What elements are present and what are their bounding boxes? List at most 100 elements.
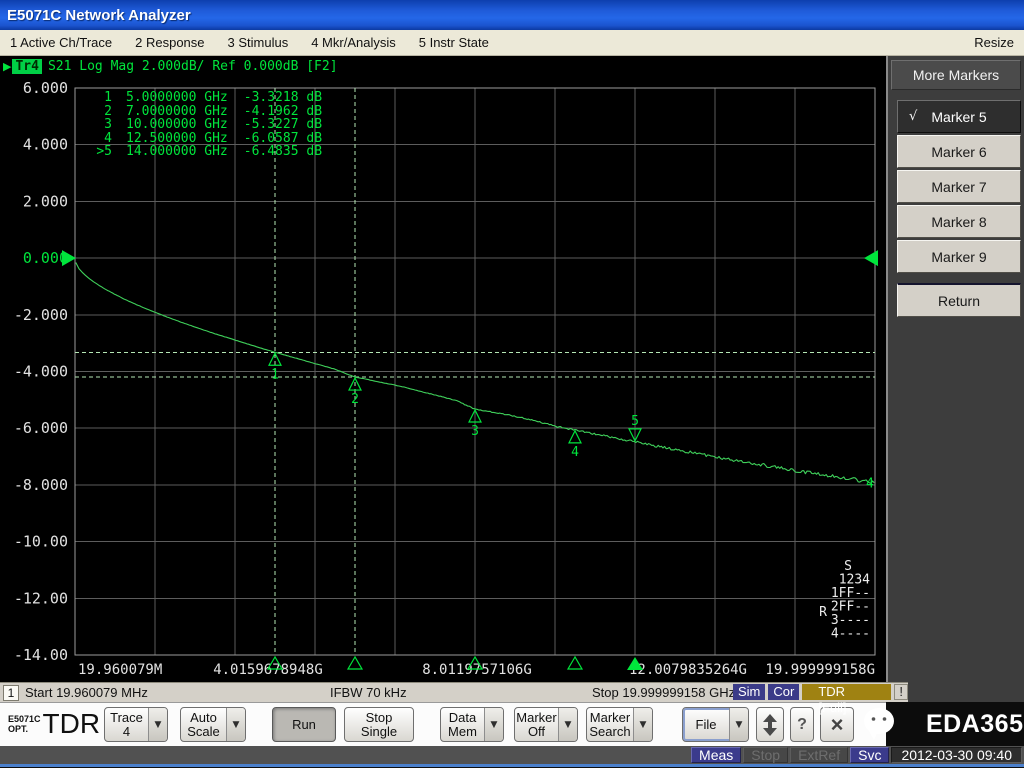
softkey-marker-9[interactable]: Marker 9 bbox=[897, 240, 1021, 273]
channel-status-bar: 1 Start 19.960079 MHz IFBW 70 kHz Stop 1… bbox=[0, 682, 908, 702]
marker-table-row: >514.000000 GHz-6.4835 dB bbox=[86, 145, 322, 159]
y-axis-label: -4.000 bbox=[14, 363, 68, 381]
status-badge-stop: Stop bbox=[743, 747, 788, 763]
menu-items: 1 Active Ch/Trace 2 Response 3 Stimulus 4 M… bbox=[10, 35, 512, 50]
trace-label: Trace4 bbox=[105, 708, 148, 741]
status-badge-extref: ExtRef bbox=[790, 747, 848, 763]
menu-item-1[interactable]: 1 Active Ch/Trace bbox=[10, 35, 112, 50]
y-axis-label: 0.000 bbox=[23, 249, 68, 267]
marker-number-cell: 4 bbox=[86, 132, 112, 146]
softkey-return[interactable]: Return bbox=[897, 283, 1021, 317]
marker-value-cell: -4.1962 dB bbox=[228, 105, 322, 119]
instrument-logo: E5071C OPT. TDR bbox=[8, 710, 100, 738]
trace-format-text: S21 Log Mag 2.000dB/ Ref 0.000dB [F2] bbox=[48, 59, 338, 74]
marker-number: 4 bbox=[571, 445, 579, 460]
y-axis-label: -6.000 bbox=[14, 419, 68, 437]
softkey-label: Return bbox=[938, 293, 980, 309]
ref-level-arrow-left-icon bbox=[62, 250, 76, 266]
active-trace-chip[interactable]: Tr4 bbox=[12, 59, 41, 74]
chat-bubble-icon bbox=[860, 705, 898, 745]
marker-search-label: MarkerSearch bbox=[587, 708, 633, 741]
run-label: Run bbox=[273, 708, 335, 741]
marker-number-cell: 3 bbox=[86, 118, 112, 132]
marker-table-row: 27.0000000 GHz-4.1962 dB bbox=[86, 105, 322, 119]
marker-frequency-cell: 10.000000 GHz bbox=[112, 118, 228, 132]
trace-button[interactable]: Trace4▼ bbox=[104, 707, 168, 742]
x-axis-label: 4.0159678948G bbox=[213, 662, 323, 678]
marker-number-cell: 1 bbox=[86, 91, 112, 105]
logo-tdr-text: TDR bbox=[43, 710, 101, 738]
marker-number-cell: 2 bbox=[86, 105, 112, 119]
channel-number-box: 1 bbox=[3, 685, 19, 701]
resize-menu-item[interactable]: Resize bbox=[974, 35, 1014, 50]
marker-number: 2 bbox=[351, 392, 359, 407]
marker-number-cell: >5 bbox=[86, 145, 112, 159]
softkey-buttons: √Marker 5 Marker 6 Marker 7 Marker 8 Marker … bbox=[888, 100, 1024, 273]
eda365-text: EDA365 bbox=[926, 710, 1024, 739]
marker-axis-indicator bbox=[568, 657, 582, 669]
softkey-menu-title[interactable]: More Markers bbox=[891, 60, 1021, 90]
x-axis-label: 19.960079M bbox=[78, 662, 162, 678]
softkey-label: Marker 7 bbox=[931, 179, 986, 195]
menu-item-4[interactable]: 4 Mkr/Analysis bbox=[311, 35, 396, 50]
auto-scale-button[interactable]: AutoScale▼ bbox=[180, 707, 246, 742]
menu-item-2[interactable]: 2 Response bbox=[135, 35, 204, 50]
start-frequency-text: Start 19.960079 MHz bbox=[25, 685, 148, 700]
marker-frequency-cell: 14.000000 GHz bbox=[112, 145, 228, 159]
run-button[interactable]: Run bbox=[272, 707, 336, 742]
softkey-label: Marker 8 bbox=[931, 214, 986, 230]
marker-value-cell: -3.3218 dB bbox=[228, 91, 322, 105]
softkey-label: Marker 6 bbox=[931, 144, 986, 160]
trace-status-row: ▶ Tr4 S21 Log Mag 2.000dB/ Ref 0.000dB [… bbox=[3, 59, 338, 74]
dropdown-arrow-icon[interactable]: ▼ bbox=[484, 708, 503, 741]
channel-badge-cor: Cor bbox=[768, 684, 799, 700]
y-axis-label: -8.000 bbox=[14, 476, 68, 494]
stop-single-button[interactable]: StopSingle bbox=[344, 707, 414, 742]
help-label: ? bbox=[791, 708, 813, 741]
softkey-marker-7[interactable]: Marker 7 bbox=[897, 170, 1021, 203]
marker-readout-table: 15.0000000 GHz-3.3218 dB27.0000000 GHz-4… bbox=[86, 91, 322, 159]
dropdown-arrow-icon[interactable]: ▼ bbox=[729, 708, 748, 741]
y-axis-label: 6.000 bbox=[23, 79, 68, 97]
trace-marker-4[interactable]: 4 bbox=[569, 431, 581, 460]
marker-search-button[interactable]: MarkerSearch▼ bbox=[586, 707, 653, 742]
softkey-sidebar: More Markers √Marker 5 Marker 6 Marker 7 Ma… bbox=[886, 56, 1024, 702]
status-badge-2012-03-30-09-40: 2012-03-30 09:40 bbox=[891, 747, 1022, 763]
dropdown-arrow-icon[interactable]: ▼ bbox=[558, 708, 577, 741]
check-icon: √ bbox=[909, 109, 917, 124]
x-axis-label: 19.999999158G bbox=[765, 662, 875, 678]
x-axis-label: 8.0119757106G bbox=[422, 662, 532, 678]
dropdown-arrow-icon[interactable]: ▼ bbox=[148, 708, 167, 741]
help-button[interactable]: ? bbox=[790, 707, 814, 742]
marker-axis-indicator bbox=[348, 657, 362, 669]
marker-number: 5 bbox=[631, 414, 639, 429]
y-axis-label: -10.00 bbox=[14, 533, 68, 551]
marker-frequency-cell: 12.500000 GHz bbox=[112, 132, 228, 146]
marker-off-button[interactable]: MarkerOff▼ bbox=[514, 707, 578, 742]
menu-item-5[interactable]: 5 Instr State bbox=[419, 35, 489, 50]
y-axis-label: -2.000 bbox=[14, 306, 68, 324]
channel-status-badges: SimCorTDR [Full]! bbox=[733, 684, 908, 700]
y-axis-label: 2.000 bbox=[23, 192, 68, 210]
marker-value-cell: -6.0587 dB bbox=[228, 132, 322, 146]
stop-frequency-text: Stop 19.999999158 GHz bbox=[592, 685, 735, 700]
status-badge-meas: Meas bbox=[691, 747, 741, 763]
updown-button[interactable] bbox=[756, 707, 784, 742]
softkey-marker-5[interactable]: √Marker 5 bbox=[897, 100, 1021, 133]
file-label: File bbox=[683, 708, 729, 741]
dropdown-arrow-icon[interactable]: ▼ bbox=[226, 708, 245, 741]
instrument-window: E5071C Network Analyzer 1 Active Ch/Trac… bbox=[0, 0, 1024, 768]
marker-table-row: 310.000000 GHz-5.3227 dB bbox=[86, 118, 322, 132]
file-button[interactable]: File▼ bbox=[682, 707, 749, 742]
softkey-marker-6[interactable]: Marker 6 bbox=[897, 135, 1021, 168]
data-mem-button[interactable]: DataMem▼ bbox=[440, 707, 504, 742]
menu-item-3[interactable]: 3 Stimulus bbox=[228, 35, 289, 50]
marker-off-label: MarkerOff bbox=[515, 708, 558, 741]
dropdown-arrow-icon[interactable]: ▼ bbox=[633, 708, 652, 741]
x-axis-label: 12.0079835264G bbox=[629, 662, 747, 678]
y-axis-label: -14.00 bbox=[14, 646, 68, 664]
updown-arrows-icon bbox=[763, 714, 777, 736]
marker-table-row: 15.0000000 GHz-3.3218 dB bbox=[86, 91, 322, 105]
softkey-marker-8[interactable]: Marker 8 bbox=[897, 205, 1021, 238]
y-axis-label: -12.00 bbox=[14, 589, 68, 607]
